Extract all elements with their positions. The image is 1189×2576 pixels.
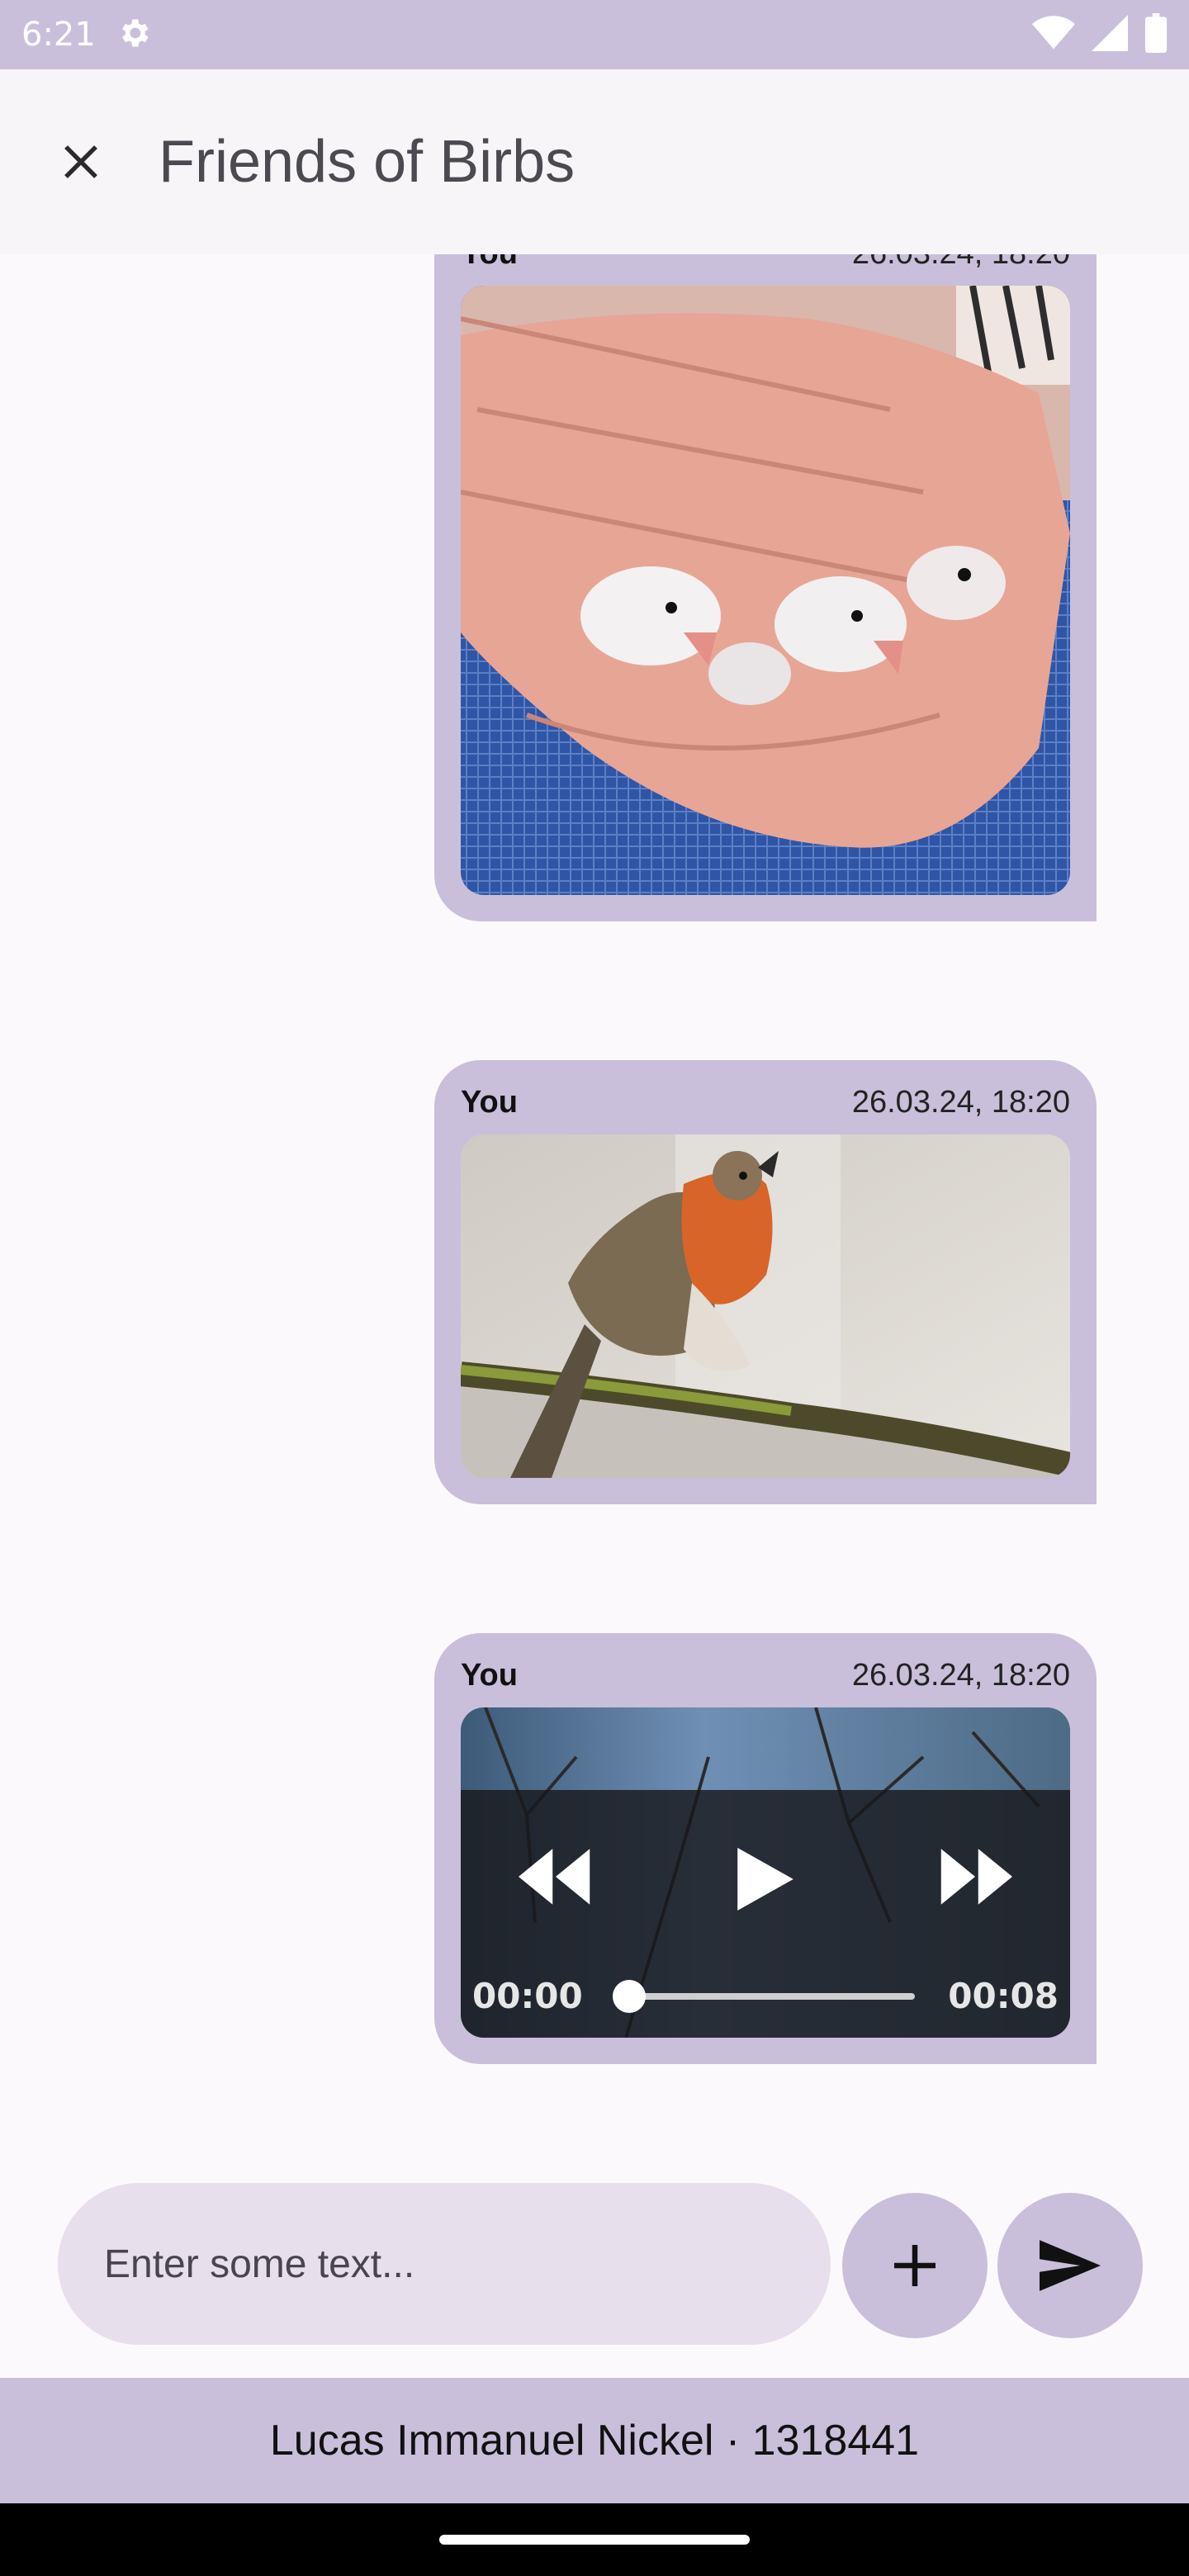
home-indicator[interactable] [439,2535,750,2545]
video-duration: 00:08 [948,1976,1059,2016]
play-icon [737,1848,793,1911]
composer [0,2170,1189,2378]
system-nav-bar [0,2503,1189,2576]
rewind-icon [519,1849,590,1905]
settings-icon [116,15,152,54]
video-seek-bar[interactable] [612,1979,916,2013]
message-time: 26.03.24, 18:20 [852,254,1070,272]
page-title: Friends of Birbs [159,129,576,195]
message-image[interactable] [461,1134,1070,1478]
play-button[interactable] [737,1848,794,1915]
status-time: 6:21 [21,16,96,54]
message-sender: You [461,1658,518,1693]
video-current-time: 00:00 [472,1976,583,2016]
wifi-icon [1032,15,1075,54]
message-sender: You [461,254,518,272]
message-bubble: You 26.03.24, 18:20 [434,1060,1097,1504]
message-image[interactable] [461,286,1070,895]
message-time: 26.03.24, 18:20 [851,1085,1070,1120]
footer-credit: Lucas Immanuel Nickel · 1318441 [0,2378,1189,2503]
fast-forward-icon [940,1849,1012,1905]
message-input[interactable] [58,2183,831,2345]
attach-button[interactable] [842,2193,988,2338]
send-icon [1040,2240,1101,2291]
close-button[interactable] [40,121,122,203]
message-time: 26.03.24, 18:20 [851,1658,1070,1693]
signal-icon [1092,15,1128,54]
video-controls: 00:00 00:08 [461,1790,1070,2038]
send-button[interactable] [997,2193,1143,2338]
close-icon [64,145,97,178]
message-list[interactable]: You 26.03.24, 18:20 You 26.03.24, 18:20 … [0,254,1189,2170]
message-sender: You [461,1085,518,1120]
rewind-button[interactable] [519,1848,593,1915]
app-bar: Friends of Birbs [0,69,1189,254]
fast-forward-button[interactable] [938,1848,1012,1915]
status-bar: 6:21 [0,0,1189,69]
video-player[interactable]: 00:00 00:08 [461,1707,1070,2038]
message-bubble: You 26.03.24, 18:20 [434,1633,1097,2064]
seek-thumb[interactable] [612,1979,646,2013]
plus-icon [894,2245,936,2286]
footer-text: Lucas Immanuel Nickel · 1318441 [269,2417,920,2465]
battery-icon [1144,13,1168,56]
message-bubble: You 26.03.24, 18:20 [434,254,1097,921]
